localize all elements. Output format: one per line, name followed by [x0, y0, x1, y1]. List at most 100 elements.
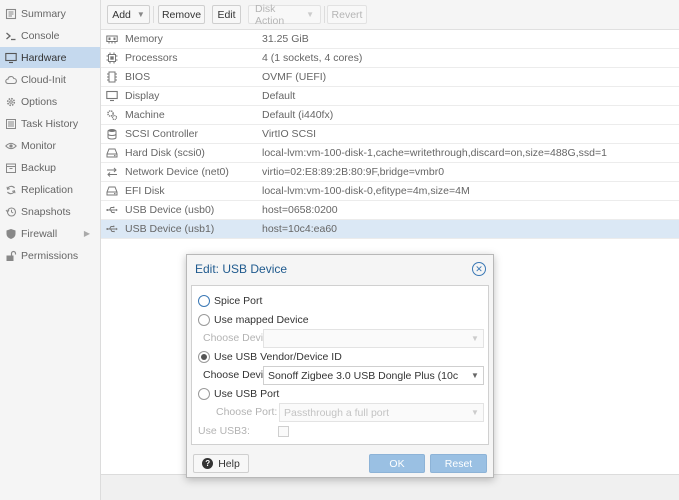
radio-circle[interactable] [198, 314, 210, 326]
spice-port-radio[interactable]: Spice Port [198, 295, 262, 307]
display-icon [105, 89, 119, 103]
sidebar-item-summary[interactable]: Summary [0, 3, 100, 24]
hdd-icon [105, 184, 119, 198]
table-row[interactable]: Memory 31.25 GiB [101, 30, 679, 49]
table-row[interactable]: Machine Default (i440fx) [101, 106, 679, 125]
unlock-icon [4, 249, 17, 262]
row-value: local-lvm:vm-100-disk-0,efitype=4m,size=… [262, 185, 470, 197]
sidebar-item-replication[interactable]: Replication [0, 179, 100, 200]
mapped-device-select[interactable]: ▼ [263, 329, 484, 348]
row-name: USB Device (usb1) [125, 223, 215, 235]
table-row-selected[interactable]: USB Device (usb1) host=10c4:ea60 [101, 220, 679, 239]
summary-icon [4, 7, 17, 20]
usb-icon [105, 222, 119, 236]
reset-button[interactable]: Reset [430, 454, 487, 473]
row-value: virtio=02:E8:89:2B:80:9F,bridge=vmbr0 [262, 166, 445, 178]
chevron-down-icon[interactable]: ▼ [467, 404, 483, 421]
use-usb3-label: Use USB3: [198, 425, 250, 437]
sidebar-item-label: Console [21, 29, 60, 42]
edit-button[interactable]: Edit [212, 5, 241, 24]
memory-icon [105, 32, 119, 46]
replication-icon [4, 183, 17, 196]
help-button[interactable]: ? Help [193, 454, 249, 473]
sidebar-item-label: Summary [21, 7, 66, 20]
row-name: Display [125, 90, 160, 102]
row-value: 31.25 GiB [262, 33, 309, 45]
row-name: Network Device (net0) [125, 166, 229, 178]
cogs-icon [105, 108, 119, 122]
table-row[interactable]: USB Device (usb0) host=0658:0200 [101, 201, 679, 220]
revert-button[interactable]: Revert [327, 5, 367, 24]
sidebar-item-cloud-init[interactable]: Cloud-Init [0, 69, 100, 90]
usb-port-placeholder: Passthrough a full port [284, 406, 390, 419]
row-value: local-lvm:vm-100-disk-1,cache=writethrou… [262, 147, 607, 159]
ok-button[interactable]: OK [369, 454, 425, 473]
list-icon [4, 117, 17, 130]
use-usb3-checkbox[interactable] [278, 426, 289, 437]
hdd-icon [105, 146, 119, 160]
use-mapped-device-radio[interactable]: Use mapped Device [198, 314, 309, 326]
chip-icon [105, 70, 119, 84]
row-name: Hard Disk (scsi0) [125, 147, 205, 159]
table-row[interactable]: Hard Disk (scsi0) local-lvm:vm-100-disk-… [101, 144, 679, 163]
shield-icon [4, 227, 17, 240]
radio-circle[interactable] [198, 295, 210, 307]
row-value: 4 (1 sockets, 4 cores) [262, 52, 363, 64]
vendor-device-select[interactable]: Sonoff Zigbee 3.0 USB Dongle Plus (10c ▼ [263, 366, 484, 385]
use-mapped-device-label: Use mapped Device [214, 314, 309, 326]
table-row[interactable]: Display Default [101, 87, 679, 106]
monitor-icon [4, 51, 17, 64]
table-row[interactable]: Network Device (net0) virtio=02:E8:89:2B… [101, 163, 679, 182]
sidebar-item-firewall[interactable]: Firewall ▶ [0, 223, 100, 244]
use-vendor-device-label: Use USB Vendor/Device ID [214, 351, 342, 363]
sidebar-item-hardware[interactable]: Hardware [0, 47, 100, 68]
row-name: Machine [125, 109, 165, 121]
sidebar-item-backup[interactable]: Backup [0, 157, 100, 178]
sidebar-item-console[interactable]: Console [0, 25, 100, 46]
table-row[interactable]: BIOS OVMF (UEFI) [101, 68, 679, 87]
sidebar-item-options[interactable]: Options [0, 91, 100, 112]
add-button-label: Add [112, 8, 131, 21]
sidebar-item-snapshots[interactable]: Snapshots [0, 201, 100, 222]
chevron-down-icon[interactable]: ▼ [467, 367, 483, 384]
toolbar-divider [324, 6, 325, 23]
help-label: Help [218, 457, 240, 470]
edit-usb-device-dialog: Edit: USB Device ✕ Spice Port Use mapped… [186, 254, 494, 478]
table-row[interactable]: EFI Disk local-lvm:vm-100-disk-0,efitype… [101, 182, 679, 201]
usb-port-select[interactable]: Passthrough a full port ▼ [279, 403, 484, 422]
row-name: Processors [125, 52, 178, 64]
row-value: OVMF (UEFI) [262, 71, 327, 83]
cpu-icon [105, 51, 119, 65]
table-row[interactable]: Processors 4 (1 sockets, 4 cores) [101, 49, 679, 68]
sidebar-item-label: Task History [21, 117, 79, 130]
chevron-down-icon: ▼ [136, 10, 145, 19]
disk-action-button[interactable]: Disk Action ▼ [248, 3, 321, 27]
dialog-title: Edit: USB Device [195, 262, 288, 276]
sidebar-item-task-history[interactable]: Task History [0, 113, 100, 134]
sidebar-item-label: Options [21, 95, 58, 108]
use-usb-port-radio[interactable]: Use USB Port [198, 388, 279, 400]
chevron-down-icon[interactable]: ▼ [467, 330, 483, 347]
question-icon: ? [202, 458, 214, 469]
toolbar: Add ▼ Remove Edit Disk Action ▼ Revert [101, 0, 679, 30]
sidebar-item-label: Replication [21, 183, 73, 196]
sidebar-item-monitor[interactable]: Monitor [0, 135, 100, 156]
radio-circle[interactable] [198, 388, 210, 400]
add-button[interactable]: Add ▼ [107, 5, 150, 24]
close-icon[interactable]: ✕ [472, 262, 486, 276]
radio-circle[interactable] [198, 351, 210, 363]
sidebar-item-label: Snapshots [21, 205, 71, 218]
dialog-body: Spice Port Use mapped Device Choose Devi… [191, 285, 489, 445]
table-row[interactable]: SCSI Controller VirtIO SCSI [101, 125, 679, 144]
vendor-device-value: Sonoff Zigbee 3.0 USB Dongle Plus (10c [268, 369, 459, 382]
use-vendor-device-radio[interactable]: Use USB Vendor/Device ID [198, 351, 342, 363]
row-name: USB Device (usb0) [125, 204, 215, 216]
chevron-down-icon: ▼ [306, 10, 314, 19]
dialog-header[interactable]: Edit: USB Device ✕ [187, 255, 493, 283]
spice-port-label: Spice Port [214, 295, 263, 307]
remove-button[interactable]: Remove [158, 5, 205, 24]
eye-icon [4, 139, 17, 152]
row-value: host=0658:0200 [262, 204, 338, 216]
sidebar-item-permissions[interactable]: Permissions [0, 245, 100, 266]
row-name: BIOS [125, 71, 151, 83]
